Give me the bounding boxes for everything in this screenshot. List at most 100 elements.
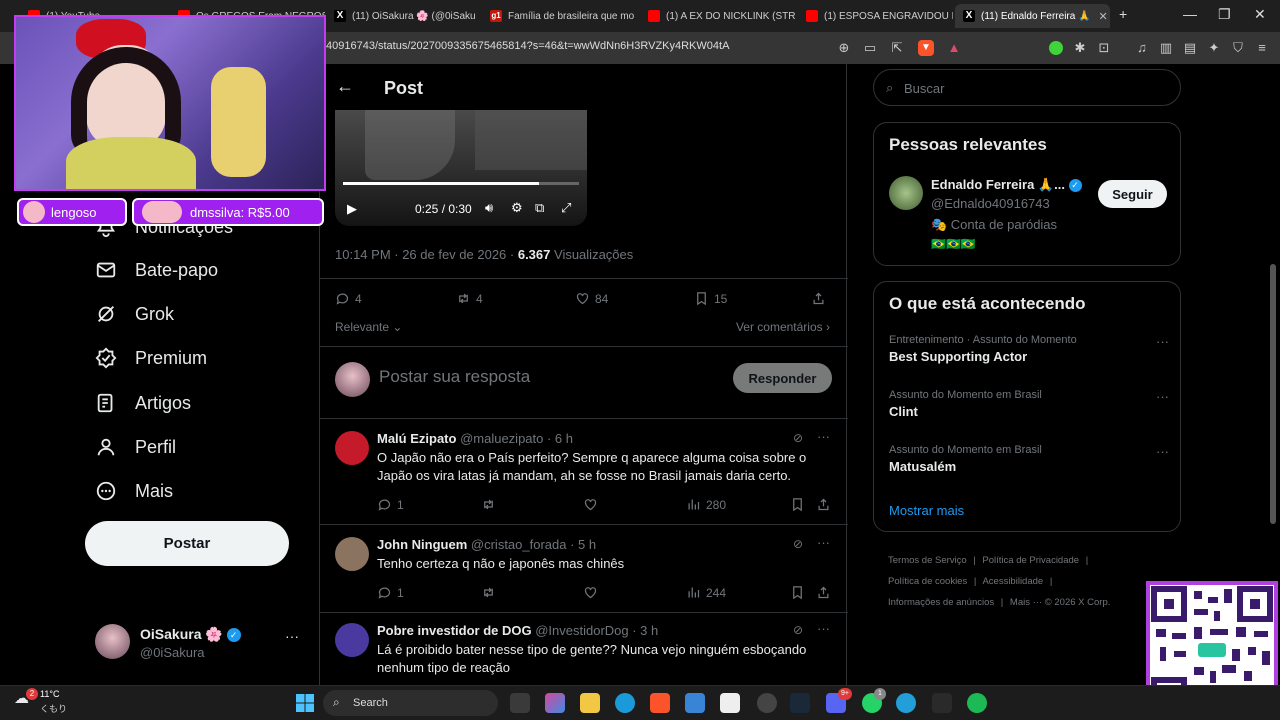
reply-action[interactable]: 1 bbox=[377, 497, 404, 512]
reply-button[interactable]: Responder bbox=[733, 363, 832, 393]
sort-dropdown[interactable]: Relevante ⌄ bbox=[335, 320, 402, 334]
task-view-icon[interactable] bbox=[510, 693, 530, 713]
more-options-icon[interactable]: ··· bbox=[817, 429, 830, 444]
sidebar-item-profile[interactable]: Perfil bbox=[95, 436, 176, 458]
screenshot-icon[interactable]: ⊡ bbox=[1096, 40, 1112, 56]
trend-item[interactable]: Assunto do Momento em Brasil Clint ··· bbox=[889, 389, 1169, 419]
share-action[interactable] bbox=[811, 291, 831, 306]
leo-icon[interactable]: ✦ bbox=[1206, 40, 1222, 56]
like-action[interactable]: 84 bbox=[575, 291, 608, 306]
edge-icon[interactable] bbox=[615, 693, 635, 713]
fullscreen-icon[interactable]: ⤢ bbox=[561, 200, 571, 216]
relevant-name[interactable]: Ednaldo Ferreira 🙏... bbox=[931, 177, 1065, 192]
brave-icon[interactable] bbox=[650, 693, 670, 713]
close-tab-icon[interactable]: ✕ bbox=[1099, 10, 1108, 23]
trend-item[interactable]: Entretenimento · Assunto do Momento Best… bbox=[889, 334, 1169, 364]
brave-shield-icon[interactable]: ▼ bbox=[918, 40, 934, 56]
sidebar-item-articles[interactable]: Artigos bbox=[95, 392, 191, 414]
extensions-icon[interactable]: ✱ bbox=[1072, 40, 1088, 56]
more-options-icon[interactable]: ··· bbox=[817, 535, 830, 550]
reply-author[interactable]: Pobre investidor de DOG bbox=[377, 623, 532, 638]
app-icon[interactable] bbox=[720, 693, 740, 713]
post-button[interactable]: Postar bbox=[85, 521, 289, 566]
settings-icon[interactable]: ⚙︎ bbox=[511, 200, 523, 216]
browser-tab[interactable]: (1) A EX DO NICKLINK (STR bbox=[640, 4, 795, 28]
share-action[interactable] bbox=[816, 585, 836, 600]
zoom-icon[interactable]: ⊕ bbox=[836, 40, 852, 56]
back-arrow-icon[interactable]: ← bbox=[336, 76, 354, 97]
telegram-icon[interactable] bbox=[896, 693, 916, 713]
steam-icon[interactable] bbox=[790, 693, 810, 713]
reply-author[interactable]: John Ninguem bbox=[377, 537, 467, 552]
game-app-icon[interactable] bbox=[757, 693, 777, 713]
bookmark-action[interactable]: 15 bbox=[694, 291, 727, 306]
sidebar-icon[interactable]: ▥ bbox=[1158, 40, 1174, 56]
browser-tab[interactable]: (1) ESPOSA ENGRAVIDOU D bbox=[798, 4, 953, 28]
windows-start-icon[interactable] bbox=[295, 693, 315, 713]
file-explorer-icon[interactable] bbox=[580, 693, 600, 713]
taskbar-search[interactable]: ⌕ Search bbox=[323, 690, 498, 716]
grok-icon[interactable]: ⊘ bbox=[793, 537, 803, 551]
close-window-icon[interactable]: ✕ bbox=[1254, 6, 1266, 23]
share-action[interactable] bbox=[816, 497, 836, 512]
grok-icon[interactable]: ⊘ bbox=[793, 623, 803, 637]
sidebar-item-chat[interactable]: Bate-papo bbox=[95, 259, 218, 281]
music-icon[interactable]: ♫ bbox=[1134, 40, 1150, 56]
footer-link[interactable]: Termos de Serviço bbox=[888, 555, 967, 566]
volume-icon[interactable]: 🔊︎ bbox=[485, 200, 493, 216]
copilot-icon[interactable] bbox=[545, 693, 565, 713]
pip-icon[interactable]: ⧉ bbox=[535, 200, 544, 216]
sidebar-item-premium[interactable]: Premium bbox=[95, 347, 207, 369]
like-action[interactable] bbox=[583, 497, 603, 512]
follow-button[interactable]: Seguir bbox=[1098, 180, 1167, 208]
repost-action[interactable]: 4 bbox=[456, 291, 483, 306]
browser-tab[interactable]: g1 Família de brasileira que mo bbox=[482, 4, 637, 28]
see-comments-link[interactable]: Ver comentários › bbox=[736, 320, 830, 334]
account-switcher[interactable]: OiSakura 🌸 ✓ @0iSakura ··· bbox=[95, 624, 305, 660]
epic-games-icon[interactable] bbox=[932, 693, 952, 713]
more-options-icon[interactable]: ··· bbox=[817, 621, 830, 636]
views-action[interactable]: 244 bbox=[686, 585, 726, 600]
footer-link[interactable]: Política de Privacidade bbox=[982, 555, 1079, 566]
more-options-icon[interactable]: ··· bbox=[1156, 389, 1169, 404]
list-item[interactable]: Malú Ezipato @maluezipato · 6 h ⊘ ··· O … bbox=[320, 418, 848, 524]
video-progress-track[interactable] bbox=[343, 182, 579, 185]
trend-item[interactable]: Assunto do Momento em Brasil Matusalém ·… bbox=[889, 444, 1169, 474]
footer-link[interactable]: Política de cookies bbox=[888, 576, 967, 587]
repost-action[interactable] bbox=[481, 585, 501, 600]
menu-icon[interactable]: ≡ bbox=[1254, 40, 1270, 56]
more-options-icon[interactable]: ··· bbox=[285, 628, 299, 644]
url-field[interactable]: 40916743/status/2027009335675465814?s=46… bbox=[326, 40, 729, 52]
footer-link[interactable]: Mais ··· bbox=[1010, 597, 1042, 608]
vpn-icon[interactable]: ⛉ bbox=[1230, 40, 1246, 56]
footer-link[interactable]: Informações de anúncios bbox=[888, 597, 994, 608]
like-action[interactable] bbox=[583, 585, 603, 600]
browser-tab-active[interactable]: X (11) Ednaldo Ferreira 🙏 ✕ bbox=[955, 4, 1110, 28]
list-item[interactable]: Pobre investidor de DOG @InvestidorDog ·… bbox=[320, 612, 848, 685]
views-action[interactable]: 280 bbox=[686, 497, 726, 512]
extension-green-icon[interactable] bbox=[1049, 41, 1063, 55]
more-options-icon[interactable]: ··· bbox=[1156, 334, 1169, 349]
bookmark-action[interactable] bbox=[790, 585, 810, 600]
page-scrollbar[interactable] bbox=[1270, 264, 1276, 524]
list-item[interactable]: John Ninguem @cristao_forada · 5 h ⊘ ···… bbox=[320, 524, 848, 612]
reply-input[interactable]: Postar sua resposta bbox=[379, 367, 530, 387]
sidebar-item-grok[interactable]: Grok bbox=[95, 303, 174, 325]
maximize-icon[interactable]: ❐ bbox=[1218, 6, 1231, 23]
video-player[interactable]: ▶ 0:25 / 0:30 🔊︎ ⚙︎ ⧉ ⤢ bbox=[335, 110, 587, 226]
browser-tab[interactable]: X (11) OiSakura 🌸 (@0iSaku bbox=[326, 4, 481, 28]
new-tab-button[interactable]: + bbox=[1119, 6, 1127, 22]
spotify-icon[interactable] bbox=[967, 693, 987, 713]
share-icon[interactable]: ⇱ bbox=[889, 40, 905, 56]
brave-rewards-icon[interactable]: ▲ bbox=[946, 40, 962, 56]
reply-action[interactable]: 1 bbox=[377, 585, 404, 600]
repost-action[interactable] bbox=[481, 497, 501, 512]
bookmark-action[interactable] bbox=[790, 497, 810, 512]
show-more-link[interactable]: Mostrar mais bbox=[889, 503, 964, 518]
search-input[interactable]: ⌕ Buscar bbox=[873, 69, 1181, 106]
more-options-icon[interactable]: ··· bbox=[1156, 444, 1169, 459]
reply-author[interactable]: Malú Ezipato bbox=[377, 431, 456, 446]
store-icon[interactable] bbox=[685, 693, 705, 713]
wallet-icon[interactable]: ▤ bbox=[1182, 40, 1198, 56]
footer-link[interactable]: Acessibilidade bbox=[982, 576, 1043, 587]
